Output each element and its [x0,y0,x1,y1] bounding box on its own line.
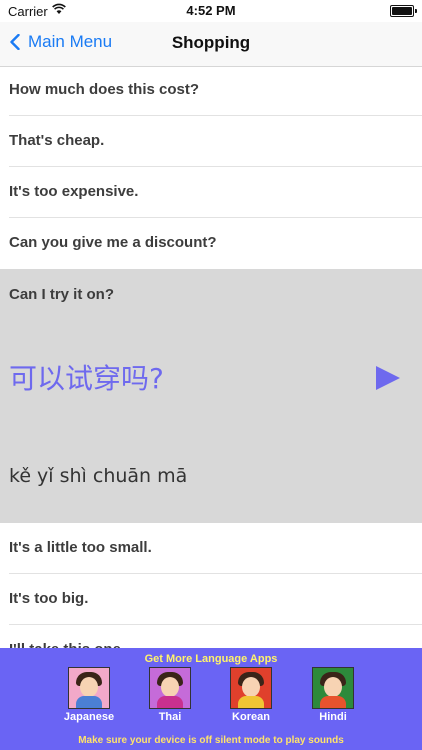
app-name: Hindi [319,711,347,723]
expanded-phrase-row[interactable]: Can I try it on? 可以试穿吗? kě yǐ shì chuān … [0,269,422,523]
status-bar: Carrier 4:52 PM [0,0,422,22]
back-button-label: Main Menu [28,32,113,51]
phrase-row[interactable]: It's too expensive. [0,167,422,218]
app-link-japanese[interactable]: Japanese [54,667,124,723]
app-link-korean[interactable]: Korean [216,667,286,723]
pinyin-transcription: kě yǐ shì chuān mā [9,465,188,487]
phrase-label: It's too expensive. [9,183,139,200]
phrase-label: That's cheap. [9,132,105,149]
phrase-label: Can you give me a discount? [9,234,217,251]
hindi-app-icon [312,667,354,709]
thai-app-icon [149,667,191,709]
app-name: Korean [232,711,270,723]
navigation-bar: Main Menu Shopping [0,22,422,67]
app-link-hindi[interactable]: Hindi [298,667,368,723]
phrase-row[interactable]: How much does this cost? [0,65,422,116]
phrase-row[interactable]: It's a little too small. [0,523,422,574]
chevron-left-icon [10,34,20,50]
battery-icon [390,5,417,17]
phrase-row[interactable]: Can you give me a discount? [0,218,422,269]
back-button[interactable]: Main Menu [10,32,112,52]
phrase-list-top: How much does this cost? That's cheap. I… [0,65,422,269]
promo-heading: Get More Language Apps [144,653,278,665]
app-name: Japanese [63,711,115,723]
korean-app-icon [230,667,272,709]
japanese-app-icon [68,667,110,709]
play-sound-icon[interactable] [374,364,402,392]
silent-mode-note: Make sure your device is off silent mode… [78,735,344,746]
clock: 4:52 PM [186,3,236,18]
chinese-translation: 可以试穿吗? [9,362,164,395]
phrase-label: How much does this cost? [9,81,200,98]
more-apps-banner: Get More Language Apps Japanese Thai Kor… [0,648,422,750]
phrase-label: It's too big. [9,590,89,607]
phrase-label: Can I try it on? [9,286,114,303]
phrase-row[interactable]: That's cheap. [0,116,422,167]
app-name: Thai [158,711,182,723]
phrase-label: It's a little too small. [9,539,152,556]
app-link-thai[interactable]: Thai [135,667,205,723]
phrase-row[interactable]: It's too big. [0,574,422,625]
